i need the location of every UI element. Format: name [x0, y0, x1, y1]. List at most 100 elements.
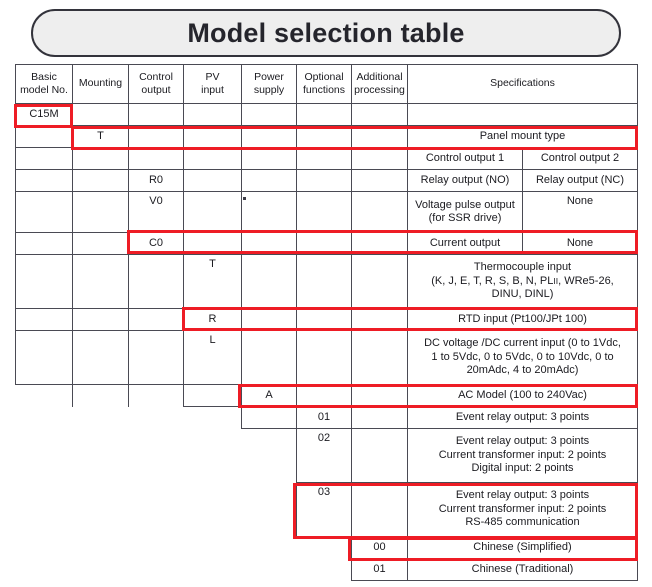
cell-blank [183, 103, 242, 126]
cell-blank [296, 330, 352, 385]
header-control-output-line2: output [141, 84, 171, 96]
cell-blank [351, 482, 408, 537]
cell-spec-voltage-pulse-line2: (for SSR drive) [428, 212, 502, 224]
model-selection-page: Model selection table Basic model No. Mo… [0, 0, 652, 587]
header-pv-input: PV input [183, 64, 242, 104]
cell-blank [184, 559, 242, 581]
header-power-supply-line1: Power [254, 70, 284, 83]
cell-blank [72, 308, 129, 331]
header-additional-processing-line2: processing [354, 84, 405, 96]
model-selection-table-wrap: Basic model No. Mounting Control output … [15, 64, 639, 581]
cell-spec-chinese-simplified: Chinese (Simplified) [406, 536, 639, 559]
cell-code-r0: R0 [128, 169, 184, 192]
cell-blank [15, 254, 73, 309]
header-additional-processing-line1: Additional [356, 70, 403, 83]
cell-blank [15, 191, 73, 233]
cell-blank [128, 308, 184, 331]
table-row: A AC Model (100 to 240Vac) [15, 384, 639, 407]
cell-blank [296, 191, 352, 233]
cell-blank [241, 232, 297, 255]
cell-blank [351, 406, 408, 429]
cell-blank [351, 428, 408, 483]
cell-spec-event-relay-02-line1: Event relay output: 3 points [455, 435, 590, 448]
cell-blank [72, 384, 129, 407]
cell-blank [351, 169, 408, 192]
cell-blank [16, 407, 73, 429]
cell-blank [15, 232, 73, 255]
cell-spec-thermocouple: Thermocouple input (K, J, E, T, R, S, B,… [406, 254, 639, 309]
cell-spec-none-1: None [521, 191, 639, 233]
cell-blank [15, 147, 73, 170]
cell-blank [73, 483, 129, 537]
header-basic-model-no-line1: Basic [31, 70, 57, 83]
cell-blank [128, 254, 184, 309]
cell-blank [16, 559, 73, 581]
page-title: Model selection table [187, 17, 465, 48]
cell-blank [183, 147, 242, 170]
thermocouple-types-b: , WRe5-26, [558, 274, 614, 287]
cell-blank [73, 537, 129, 559]
cell-blank [184, 429, 242, 483]
table-row: C0 Current output None [15, 232, 639, 255]
cell-blank [184, 483, 242, 537]
cell-blank [241, 254, 297, 309]
subheader-control-output-2: Control output 2 [521, 147, 639, 170]
cell-spec-thermocouple-line2: (K, J, E, T, R, S, B, N, PLII, WRe5-26, [408, 275, 637, 289]
cell-blank [129, 559, 184, 581]
stray-dot-artifact [243, 197, 246, 200]
cell-spec-ac-model: AC Model (100 to 240Vac) [406, 384, 639, 407]
cell-spec-dc-input: DC voltage /DC current input (0 to 1Vdc,… [406, 330, 639, 385]
cell-blank [15, 308, 73, 331]
table-row: L DC voltage /DC current input (0 to 1Vd… [15, 330, 639, 385]
cell-spec-event-relay-02: Event relay output: 3 points Current tra… [406, 428, 639, 483]
cell-blank [296, 254, 352, 309]
cell-blank [183, 232, 242, 255]
cell-blank [128, 125, 184, 148]
header-power-supply: Power supply [241, 64, 297, 104]
cell-spec-dc-input-line2: 1 to 5Vdc, 0 to 5Vdc, 0 to 10Vdc, 0 to [431, 350, 614, 363]
cell-blank [15, 330, 73, 385]
cell-blank [296, 536, 352, 559]
cell-code-t-mounting: T [72, 125, 129, 148]
cell-blank [241, 169, 297, 192]
header-optional-functions-line2: functions [302, 84, 346, 96]
cell-spec-chinese-traditional: Chinese (Traditional) [406, 558, 639, 581]
header-mounting: Mounting [72, 64, 129, 104]
cell-spec-event-relay-02-line2: Current transformer input: 2 points [438, 448, 607, 461]
cell-blank [72, 254, 129, 309]
model-selection-table: Basic model No. Mounting Control output … [15, 64, 639, 581]
cell-blank [183, 406, 242, 429]
cell-blank [242, 559, 297, 581]
cell-spec-current-output: Current output [407, 232, 523, 255]
cell-blank [16, 483, 73, 537]
header-specifications-label: Specifications [490, 77, 555, 90]
cell-code-c0: C0 [128, 232, 184, 255]
cell-spec-voltage-pulse-line1: Voltage pulse output [415, 198, 515, 211]
header-pv-input-line2: input [201, 84, 224, 96]
cell-spec-event-relay-03-line2: Current transformer input: 2 points [438, 502, 607, 515]
cell-blank [296, 384, 352, 407]
subheader-control-output-1: Control output 1 [407, 147, 523, 170]
cell-blank [16, 537, 73, 559]
cell-blank [351, 384, 408, 407]
table-row: 01 Event relay output: 3 points [16, 406, 639, 429]
table-row: V0 Voltage pulse output (for SSR drive) … [15, 191, 639, 233]
cell-blank [73, 559, 129, 581]
cell-blank [128, 330, 184, 385]
table-row: 00 Chinese (Simplified) [16, 536, 639, 559]
cell-blank [73, 429, 129, 483]
table-row: 02 Event relay output: 3 points Current … [16, 428, 639, 483]
cell-code-t-pv: T [183, 254, 242, 309]
cell-blank [241, 330, 297, 385]
header-optional-functions: Optional functions [296, 64, 352, 104]
cell-blank [129, 407, 184, 429]
cell-spec-relay-no: Relay output (NO) [407, 169, 523, 192]
table-row: T Panel mount type [15, 125, 639, 148]
cell-spec-thermocouple-line3: DINU, DINL) [491, 288, 554, 301]
cell-blank [183, 384, 242, 407]
cell-blank [297, 559, 352, 581]
table-header-row: Basic model No. Mounting Control output … [15, 64, 639, 104]
cell-code-v0: V0 [128, 191, 184, 233]
cell-blank [72, 103, 129, 126]
cell-blank [241, 428, 297, 483]
